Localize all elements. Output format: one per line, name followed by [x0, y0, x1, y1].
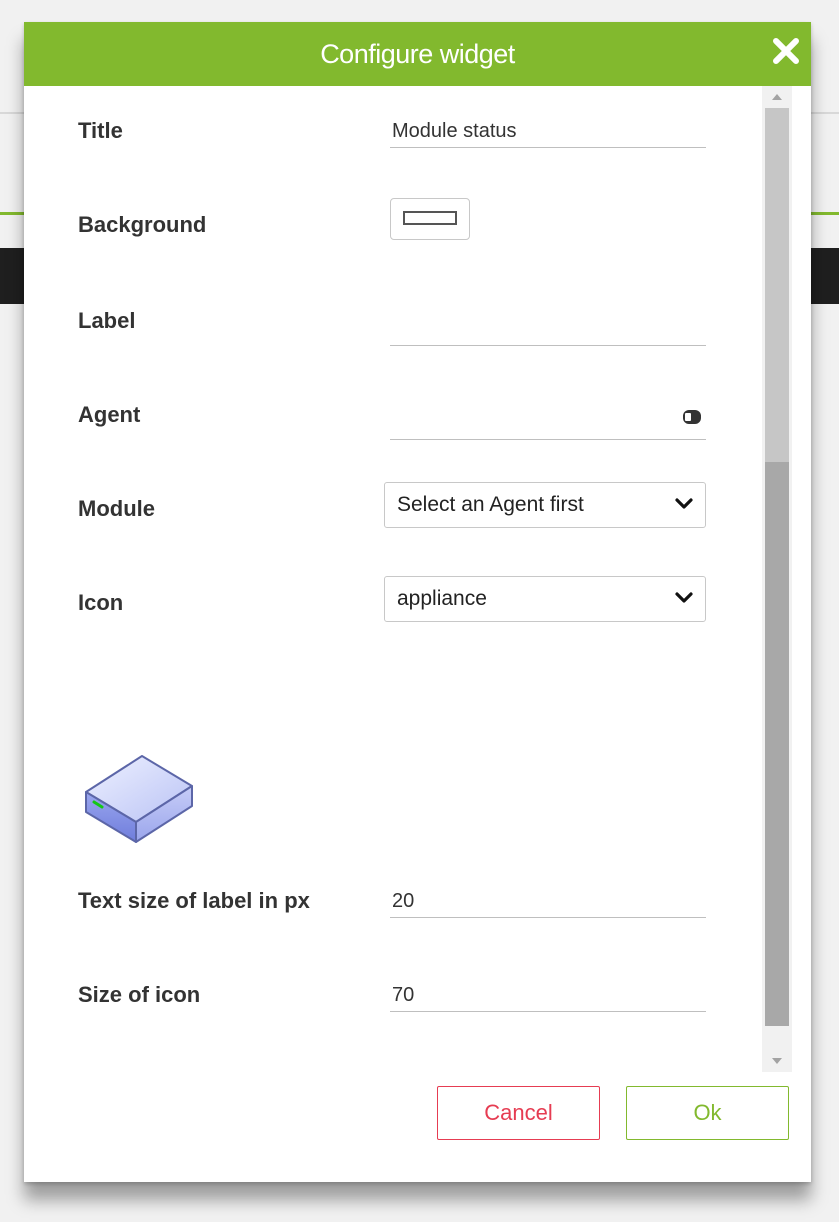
scrollbar-track[interactable]: [765, 108, 789, 462]
title-input[interactable]: [390, 116, 706, 148]
module-select[interactable]: Select an Agent first: [384, 482, 706, 528]
scroll-up-arrow-icon[interactable]: [762, 86, 792, 108]
appliance-icon: [85, 755, 193, 843]
icon-select[interactable]: appliance: [384, 576, 706, 622]
agent-icon[interactable]: [682, 408, 702, 426]
dialog-body: Title Background Label Agent Module: [24, 86, 811, 1072]
dialog-title: Configure widget: [320, 39, 515, 69]
module-select-value: Select an Agent first: [397, 493, 584, 516]
form-row-label: Label: [78, 306, 708, 366]
label-input[interactable]: [390, 314, 706, 346]
dialog-footer: Cancel Ok: [24, 1072, 811, 1182]
close-button[interactable]: [769, 34, 803, 68]
close-icon: [773, 38, 799, 64]
scroll-down-arrow-icon[interactable]: [762, 1050, 792, 1072]
module-label: Module: [78, 496, 155, 521]
form-row-icon-size: Size of icon: [78, 980, 708, 1040]
icon-size-label: Size of icon: [78, 982, 201, 1007]
background-label: Background: [78, 212, 207, 237]
agent-label: Agent: [78, 402, 141, 427]
label-label: Label: [78, 308, 136, 333]
icon-size-input[interactable]: [390, 980, 706, 1012]
dialog-titlebar: Configure widget: [24, 22, 811, 86]
configure-widget-dialog: Configure widget Title Background Label: [24, 22, 811, 1182]
form-row-agent: Agent: [78, 400, 708, 460]
agent-input[interactable]: [390, 408, 706, 440]
text-size-label: Text size of label in px: [78, 888, 310, 913]
chevron-down-icon: [675, 498, 693, 509]
form-row-text-size: Text size of label in px: [78, 886, 708, 946]
icon-label: Icon: [78, 590, 124, 615]
form-row-background: Background: [78, 198, 708, 270]
form-row-title: Title: [78, 116, 708, 176]
form-row-icon: Icon appliance: [78, 576, 708, 648]
dialog-scrollbar[interactable]: [762, 86, 792, 1072]
color-swatch: [403, 211, 457, 225]
text-size-input[interactable]: [390, 886, 706, 918]
background-color-picker[interactable]: [390, 198, 470, 240]
title-label: Title: [78, 118, 123, 143]
cancel-button[interactable]: Cancel: [437, 1086, 600, 1140]
chevron-down-icon: [675, 592, 693, 603]
form-row-module: Module Select an Agent first: [78, 482, 708, 554]
icon-select-value: appliance: [397, 587, 487, 610]
scrollbar-thumb[interactable]: [765, 462, 789, 1026]
ok-button[interactable]: Ok: [626, 1086, 789, 1140]
